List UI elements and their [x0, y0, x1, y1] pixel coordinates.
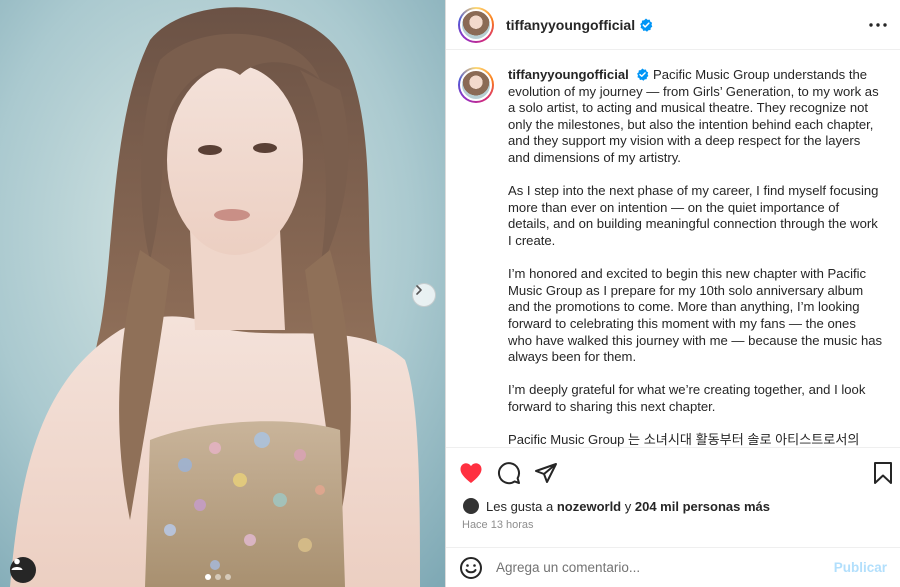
post-timestamp[interactable]: Hace 13 horas — [462, 519, 534, 531]
chevron-right-icon — [416, 285, 422, 295]
likes-count-link[interactable]: 204 mil personas más — [635, 499, 770, 514]
likes-summary: Les gusta a nozeworld y 204 mil personas… — [462, 497, 770, 515]
author-username[interactable]: tiffanyyoungofficial — [506, 17, 635, 33]
post-photo[interactable] — [0, 0, 445, 587]
verified-badge-icon — [637, 68, 649, 81]
carousel-dot — [215, 574, 221, 580]
post-actions — [446, 447, 900, 495]
caption-username[interactable]: tiffanyyoungofficial — [508, 67, 629, 82]
comment-bubble-icon — [498, 462, 520, 485]
share-button[interactable] — [533, 460, 559, 486]
first-liker-link[interactable]: nozeworld — [557, 499, 621, 514]
caption: tiffanyyoungofficial Pacific Music Group… — [458, 67, 883, 447]
carousel-dot-active — [205, 574, 211, 580]
user-icon — [11, 558, 23, 570]
caption-scroll-area[interactable]: tiffanyyoungofficial Pacific Music Group… — [446, 51, 900, 447]
caption-paragraph: Pacific Music Group 는 소녀시대 활동부터 솔로 아티스트로… — [508, 432, 860, 447]
emoji-smile-icon — [460, 556, 482, 579]
caption-paragraph: I’m deeply grateful for what we’re creat… — [508, 382, 866, 414]
author-avatar[interactable] — [458, 6, 494, 43]
liker-avatar[interactable] — [462, 497, 480, 515]
tagged-users-button[interactable] — [10, 557, 36, 583]
post-details-panel: tiffanyyoungofficial tiffanyyoungofficia… — [445, 0, 900, 587]
more-horizontal-icon — [869, 23, 887, 27]
post-header: tiffanyyoungofficial — [446, 0, 900, 50]
comment-bar: Publicar — [446, 547, 900, 587]
comment-input[interactable] — [496, 560, 834, 575]
caption-text: tiffanyyoungofficial Pacific Music Group… — [508, 67, 883, 447]
save-button[interactable] — [870, 460, 896, 486]
paper-plane-icon — [535, 463, 557, 483]
like-button[interactable] — [458, 460, 484, 486]
heart-filled-icon — [460, 463, 482, 483]
carousel-next-button[interactable] — [412, 283, 436, 307]
publish-comment-button[interactable]: Publicar — [834, 560, 887, 575]
comment-button[interactable] — [496, 460, 522, 486]
bookmark-icon — [874, 462, 892, 484]
emoji-button[interactable] — [458, 555, 484, 581]
caption-paragraph: As I step into the next phase of my care… — [508, 183, 879, 248]
portrait-image — [0, 0, 445, 587]
verified-badge-icon — [640, 18, 653, 32]
more-options-button[interactable] — [867, 14, 889, 36]
caption-author-avatar[interactable] — [458, 67, 494, 103]
caption-paragraph: I’m honored and excited to begin this ne… — [508, 266, 883, 365]
caption-paragraph: tiffanyyoungofficial Pacific Music Group… — [508, 67, 879, 165]
likes-connector: y — [624, 498, 632, 514]
carousel-indicator — [205, 574, 231, 580]
likes-prefix: Les gusta a — [486, 498, 554, 514]
carousel-dot — [225, 574, 231, 580]
